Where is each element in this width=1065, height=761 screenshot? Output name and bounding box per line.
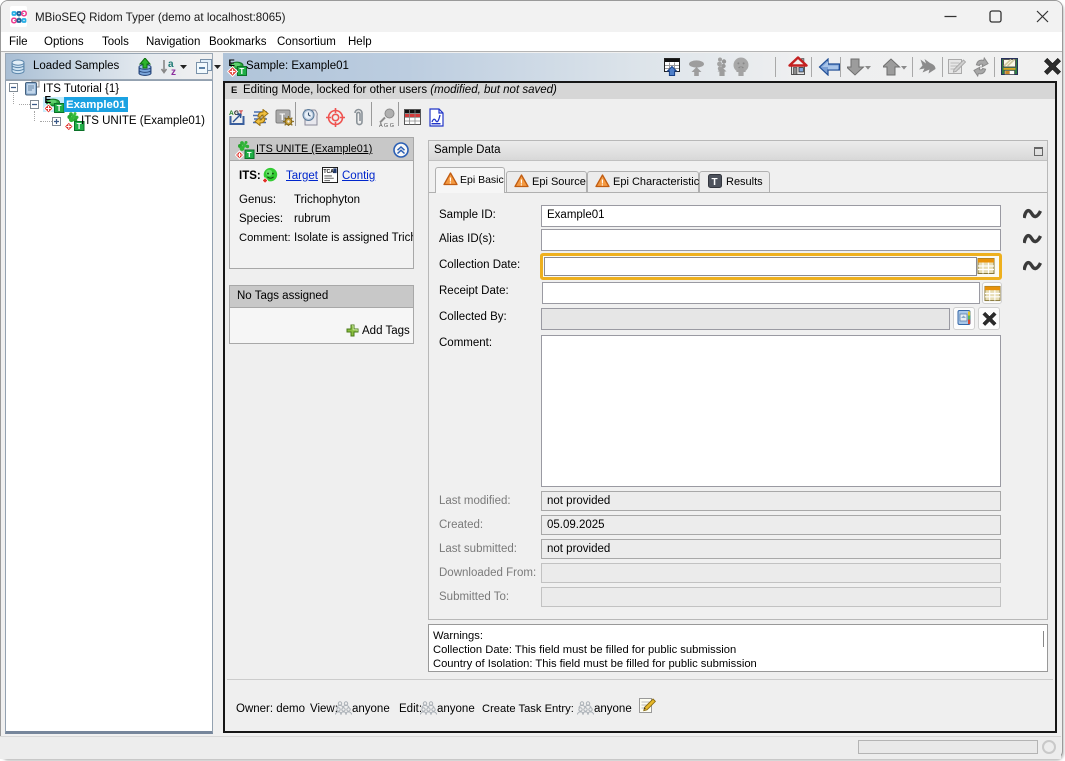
svg-text:!: ! [520,178,523,188]
svg-text:!: ! [601,178,604,188]
svg-text:T: T [712,177,718,188]
svg-text:T: T [247,150,252,159]
svg-text:E: E [229,58,235,69]
svg-text:E: E [45,95,52,106]
svg-text:T: T [239,67,244,76]
svg-text:T: T [57,104,62,113]
svg-text:TCA: TCA [323,169,334,175]
svg-text:!: ! [449,176,452,186]
svg-text:z: z [171,67,176,77]
svg-text:T: T [280,112,286,122]
svg-text:A G G: A G G [379,123,394,128]
